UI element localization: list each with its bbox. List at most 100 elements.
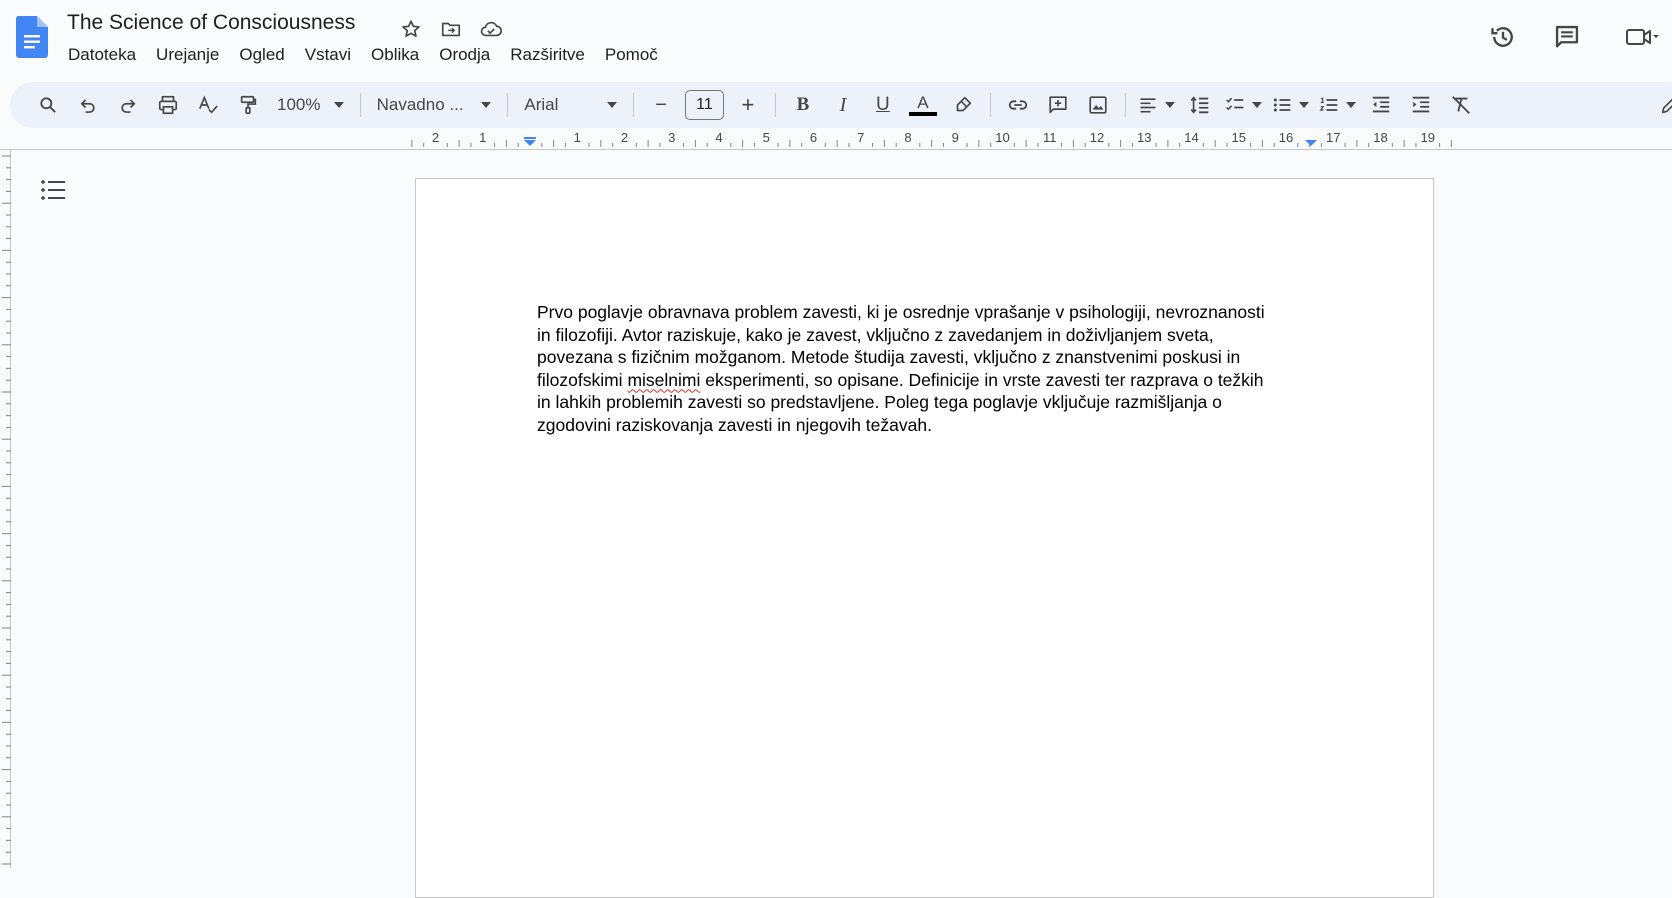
insert-image-icon[interactable] [1081, 88, 1115, 122]
document-title[interactable]: The Science of Consciousness [67, 11, 355, 35]
ruler-label: 15 [1231, 130, 1246, 145]
ruler-label: 17 [1326, 130, 1341, 145]
highlight-icon[interactable] [946, 88, 980, 122]
comments-icon[interactable] [1544, 14, 1590, 60]
ruler-label: 6 [809, 130, 818, 145]
menu-help[interactable]: Pomoč [595, 42, 668, 68]
redo-icon[interactable] [111, 88, 145, 122]
link-icon[interactable] [1001, 88, 1035, 122]
ruler-label: 9 [951, 130, 959, 145]
bulleted-list-icon [1273, 98, 1291, 112]
checklist-icon [1225, 97, 1244, 111]
menu-format[interactable]: Oblika [361, 42, 429, 68]
menu-edit[interactable]: Urejanje [146, 42, 229, 68]
ruler-label: 11 [1043, 130, 1057, 145]
divider [633, 93, 634, 117]
vertical-ruler-ticks [2, 155, 11, 865]
menu-insert[interactable]: Vstavi [295, 42, 361, 68]
zoom-value: 100% [277, 95, 321, 114]
bold-button[interactable]: B [786, 88, 820, 122]
decrease-indent-icon[interactable] [1364, 88, 1398, 122]
body-line: filozofskimi miselnimi eksperimenti, so … [537, 369, 1307, 392]
ruler-label: 2 [431, 130, 440, 145]
star-icon[interactable] [394, 14, 428, 44]
body-line: povezana s fizičnim možganom. Metode štu… [537, 347, 1241, 367]
divider [989, 93, 991, 117]
font-family-select[interactable]: Arial [518, 88, 623, 122]
font-size-input[interactable]: 11 [684, 90, 724, 120]
chevron-down-icon [1164, 102, 1175, 108]
menu-tools[interactable]: Orodja [429, 42, 500, 68]
misspelled-word[interactable]: miselnimi [627, 370, 700, 390]
right-indent-marker [1305, 140, 1317, 146]
editing-mode-icon[interactable] [1653, 88, 1672, 122]
ruler-label: 1 [573, 130, 581, 145]
body-line: in lahkih problemih zavesti so predstavl… [537, 392, 1222, 412]
ruler-label: 10 [995, 130, 1010, 145]
ruler-label: 2 [620, 130, 629, 145]
divider [1124, 93, 1126, 117]
formatting-toolbar: 100% Navadno ... Arial − 11 + B I U A [10, 82, 1672, 128]
ruler-label: 4 [715, 130, 723, 145]
add-comment-icon[interactable] [1041, 88, 1075, 122]
menu-extensions[interactable]: Razširitve [500, 42, 595, 68]
paragraph-style-select[interactable]: Navadno ... [371, 88, 498, 122]
ruler-label: 7 [857, 130, 865, 145]
outline-icon[interactable] [36, 175, 70, 205]
numbered-list-icon [1319, 97, 1338, 111]
chevron-down-icon [1298, 102, 1309, 108]
line-spacing-icon[interactable] [1183, 88, 1217, 122]
bulleted-list-select[interactable] [1270, 88, 1311, 122]
decrease-font-size-button[interactable]: − [644, 88, 678, 122]
divider [774, 93, 776, 117]
divider [507, 93, 509, 117]
ruler-label: 3 [668, 130, 676, 145]
spellcheck-icon[interactable] [191, 88, 225, 122]
align-icon [1140, 98, 1156, 113]
ruler-label: 16 [1278, 130, 1294, 145]
body-line: zgodovini raziskovanja zavesti in njegov… [537, 414, 932, 435]
text-color-icon: A [908, 94, 938, 116]
title-actions [394, 14, 508, 44]
undo-icon[interactable] [71, 88, 105, 122]
menu-file[interactable]: Datoteka [58, 42, 146, 68]
history-icon[interactable] [1480, 14, 1526, 60]
horizontal-ruler[interactable]: 2 1 1 2 3 4 5 6 7 8 9 10 11 12 13 14 15 16 17 18 19 [0, 128, 1672, 150]
increase-font-size-button[interactable]: + [731, 88, 765, 122]
menu-view[interactable]: Ogled [229, 42, 294, 68]
ruler-label: 19 [1420, 130, 1435, 145]
underline-button[interactable]: U [866, 88, 900, 122]
move-folder-icon[interactable] [434, 14, 468, 44]
ruler-label: 14 [1184, 130, 1199, 145]
search-icon[interactable] [31, 88, 65, 122]
document-page[interactable]: Prvo poglavje obravnava problem zavesti,… [415, 178, 1434, 898]
app-header: The Science of Consciousness Datoteka Ur… [0, 0, 1672, 72]
print-icon[interactable] [151, 88, 185, 122]
body-line: in filozofiji. Avtor raziskuje, kako je … [537, 324, 1214, 345]
text-color-letter: A [917, 93, 929, 112]
font-family-value: Arial [524, 95, 559, 114]
clear-formatting-icon[interactable] [1444, 88, 1478, 122]
ruler-label: 12 [1089, 130, 1105, 145]
checklist-select[interactable] [1223, 88, 1264, 122]
increase-indent-icon[interactable] [1404, 88, 1438, 122]
left-indent-marker [524, 137, 536, 146]
chevron-down-icon [607, 102, 618, 108]
zoom-select[interactable]: 100% [271, 88, 350, 122]
menu-bar: Datoteka Urejanje Ogled Vstavi Oblika Or… [58, 42, 668, 68]
align-select[interactable] [1136, 88, 1177, 122]
ruler-label: 5 [762, 130, 770, 145]
italic-button[interactable]: I [826, 88, 860, 122]
numbered-list-select[interactable] [1317, 88, 1358, 122]
text-color-swatch [908, 112, 937, 116]
document-body[interactable]: Prvo poglavje obravnava problem zavesti,… [537, 301, 1307, 436]
chevron-down-icon [1251, 102, 1262, 108]
docs-logo-icon[interactable] [15, 16, 49, 58]
vertical-ruler[interactable] [0, 150, 11, 868]
ruler-label: 18 [1373, 130, 1388, 145]
paint-format-icon[interactable] [231, 88, 265, 122]
cloud-saved-icon[interactable] [474, 14, 508, 44]
body-text-fragment: filozofskimi [537, 369, 628, 390]
text-color-button[interactable]: A [906, 88, 940, 122]
meet-icon[interactable] [1612, 14, 1672, 60]
